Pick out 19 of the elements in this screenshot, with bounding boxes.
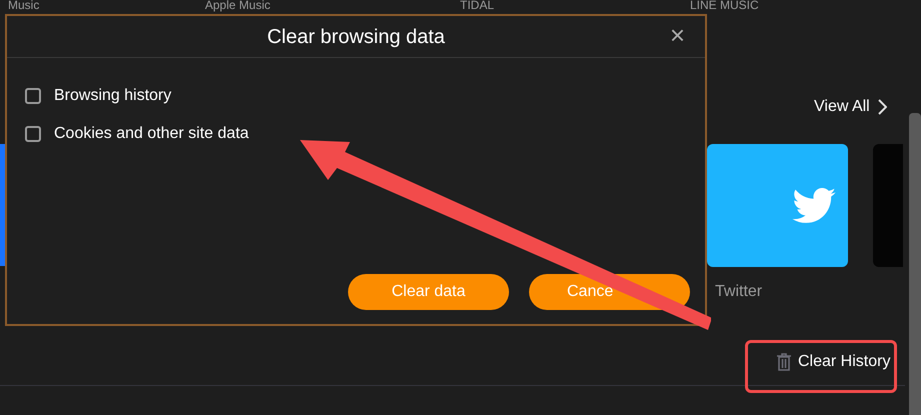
view-all-link[interactable]: View All — [814, 95, 870, 119]
app-label: TIDAL — [460, 0, 494, 11]
app-tile[interactable] — [707, 144, 848, 267]
app-label: Twitter — [715, 282, 762, 302]
close-button[interactable]: × — [670, 22, 685, 48]
chevron-right-icon — [878, 99, 887, 115]
bird-icon — [792, 188, 836, 224]
checkbox[interactable] — [25, 88, 41, 104]
checkbox-label: Cookies and other site data — [54, 124, 249, 144]
trash-icon — [776, 353, 792, 371]
checkbox-label: Browsing history — [54, 86, 172, 106]
checkbox[interactable] — [25, 126, 41, 142]
app-tile[interactable] — [873, 144, 903, 267]
app-label: LINE MUSIC — [690, 0, 759, 11]
app-label: Music — [8, 0, 40, 11]
scrollbar-thumb[interactable] — [909, 113, 921, 415]
app-label: Apple Music — [205, 0, 270, 11]
clear-history-button[interactable]: Clear History — [776, 350, 890, 374]
dialog-title: Clear browsing data — [267, 24, 445, 50]
